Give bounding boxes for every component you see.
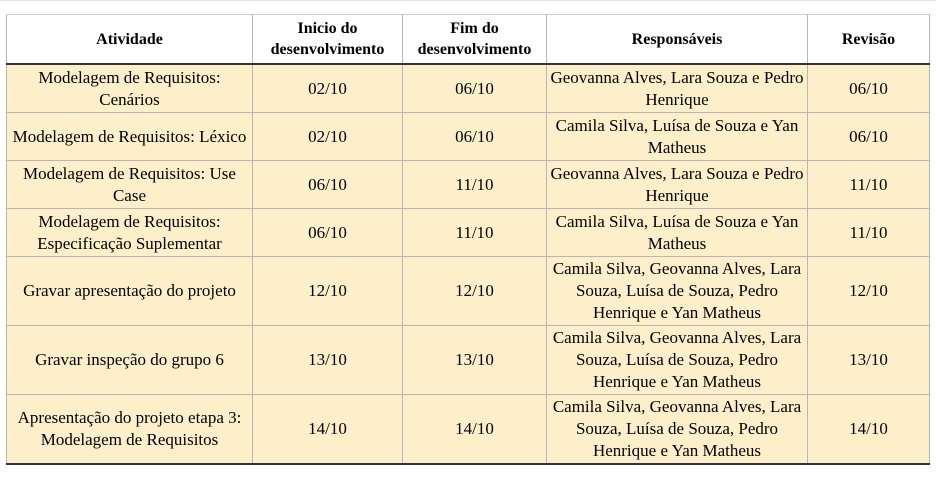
- header-responsaveis[interactable]: Responsáveis: [546, 14, 808, 65]
- cell-atividade[interactable]: Modelagem de Requisitos: Cenários: [6, 63, 253, 113]
- sheet-empty-area: [0, 473, 936, 477]
- cell-inicio[interactable]: 06/10: [252, 208, 403, 257]
- cell-inicio[interactable]: 02/10: [252, 63, 403, 113]
- table-header-row: Atividade Inicio do desenvolvimento Fim …: [6, 14, 930, 65]
- table-row: Apresentação do projeto etapa 3: Modelag…: [6, 394, 930, 465]
- table-row: Gravar apresentação do projeto 12/10 12/…: [6, 256, 930, 326]
- cell-fim[interactable]: 11/10: [402, 160, 547, 209]
- cell-revisao[interactable]: 13/10: [807, 325, 930, 395]
- cell-responsaveis[interactable]: Camila Silva, Geovanna Alves, Lara Souza…: [546, 325, 808, 395]
- cell-atividade[interactable]: Modelagem de Requisitos: Léxico: [6, 112, 253, 161]
- cell-inicio[interactable]: 02/10: [252, 112, 403, 161]
- cell-revisao[interactable]: 11/10: [807, 160, 930, 209]
- cell-responsaveis[interactable]: Camila Silva, Geovanna Alves, Lara Souza…: [546, 394, 808, 465]
- cell-revisao[interactable]: 06/10: [807, 112, 930, 161]
- cell-atividade[interactable]: Modelagem de Requisitos: Use Case: [6, 160, 253, 209]
- spreadsheet-canvas: Atividade Inicio do desenvolvimento Fim …: [0, 0, 936, 477]
- cell-revisao[interactable]: 12/10: [807, 256, 930, 326]
- cell-responsaveis[interactable]: Camila Silva, Luísa de Souza e Yan Mathe…: [546, 112, 808, 161]
- sheet-gridline: [0, 0, 936, 1]
- cell-responsaveis[interactable]: Camila Silva, Geovanna Alves, Lara Souza…: [546, 256, 808, 326]
- table-row: Modelagem de Requisitos: Especificação S…: [6, 208, 930, 257]
- header-fim[interactable]: Fim do desenvolvimento: [402, 14, 547, 65]
- cell-inicio[interactable]: 14/10: [252, 394, 403, 465]
- cell-fim[interactable]: 13/10: [402, 325, 547, 395]
- cell-responsaveis[interactable]: Geovanna Alves, Lara Souza e Pedro Henri…: [546, 160, 808, 209]
- cell-atividade[interactable]: Gravar apresentação do projeto: [6, 256, 253, 326]
- cell-atividade[interactable]: Gravar inspeção do grupo 6: [6, 325, 253, 395]
- cell-atividade[interactable]: Apresentação do projeto etapa 3: Modelag…: [6, 394, 253, 465]
- cell-fim[interactable]: 14/10: [402, 394, 547, 465]
- table-row: Gravar inspeção do grupo 6 13/10 13/10 C…: [6, 325, 930, 395]
- table-row: Modelagem de Requisitos: Use Case 06/10 …: [6, 160, 930, 209]
- cell-inicio[interactable]: 12/10: [252, 256, 403, 326]
- cell-revisao[interactable]: 11/10: [807, 208, 930, 257]
- cell-inicio[interactable]: 06/10: [252, 160, 403, 209]
- cell-fim[interactable]: 12/10: [402, 256, 547, 326]
- cell-revisao[interactable]: 06/10: [807, 63, 930, 113]
- cell-responsaveis[interactable]: Camila Silva, Luísa de Souza e Yan Mathe…: [546, 208, 808, 257]
- table-row: Modelagem de Requisitos: Léxico 02/10 06…: [6, 112, 930, 161]
- cell-fim[interactable]: 06/10: [402, 112, 547, 161]
- cell-revisao[interactable]: 14/10: [807, 394, 930, 465]
- table-row: Modelagem de Requisitos: Cenários 02/10 …: [6, 63, 930, 113]
- cell-atividade[interactable]: Modelagem de Requisitos: Especificação S…: [6, 208, 253, 257]
- header-revisao[interactable]: Revisão: [807, 14, 930, 65]
- cell-fim[interactable]: 11/10: [402, 208, 547, 257]
- header-inicio[interactable]: Inicio do desenvolvimento: [252, 14, 403, 65]
- schedule-table: Atividade Inicio do desenvolvimento Fim …: [6, 14, 930, 465]
- cell-inicio[interactable]: 13/10: [252, 325, 403, 395]
- header-atividade[interactable]: Atividade: [6, 14, 253, 65]
- cell-responsaveis[interactable]: Geovanna Alves, Lara Souza e Pedro Henri…: [546, 63, 808, 113]
- cell-fim[interactable]: 06/10: [402, 63, 547, 113]
